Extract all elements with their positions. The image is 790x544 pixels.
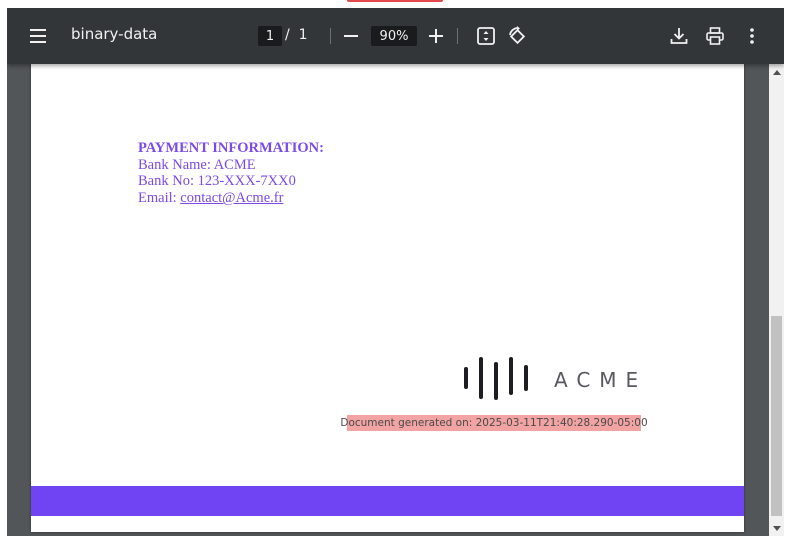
acme-logo-mark bbox=[464, 357, 528, 400]
menu-icon bbox=[30, 29, 46, 43]
scroll-up-arrow[interactable] bbox=[769, 64, 784, 79]
payment-information-block: PAYMENT INFORMATION: Bank Name: ACME Ban… bbox=[138, 140, 324, 207]
acme-logo-text: ACME bbox=[554, 368, 648, 392]
scroll-down-icon bbox=[772, 525, 781, 531]
page-separator: / bbox=[285, 27, 290, 43]
bank-name: Bank Name: ACME bbox=[138, 156, 256, 173]
download-button[interactable] bbox=[667, 24, 691, 48]
print-button[interactable] bbox=[703, 24, 727, 48]
pdf-viewer: binary-data 1 / 1 90% PAYMENT INFORMATIO… bbox=[7, 8, 784, 536]
email-line: Email: contact@Acme.fr bbox=[138, 190, 324, 207]
fit-to-page-button[interactable] bbox=[474, 24, 498, 48]
browser-tab-indicator bbox=[347, 0, 443, 2]
payment-heading: PAYMENT INFORMATION: bbox=[138, 140, 324, 156]
total-pages: 1 bbox=[298, 27, 308, 43]
scroll-up-icon bbox=[772, 69, 781, 75]
document-title: binary-data bbox=[71, 25, 158, 43]
page-count: / 1 bbox=[285, 27, 308, 43]
more-actions-button[interactable] bbox=[742, 24, 762, 48]
vertical-scrollbar[interactable] bbox=[769, 64, 784, 536]
rotate-button[interactable] bbox=[505, 24, 529, 48]
menu-button[interactable] bbox=[25, 24, 53, 48]
toolbar-divider bbox=[330, 28, 331, 44]
fit-to-page-icon bbox=[477, 27, 495, 45]
viewer-toolbar: binary-data 1 / 1 90% bbox=[7, 8, 784, 64]
page-number-input[interactable]: 1 bbox=[258, 26, 282, 46]
email-label: Email: bbox=[138, 190, 181, 207]
zoom-level-input[interactable]: 90% bbox=[371, 26, 417, 46]
scroll-down-arrow[interactable] bbox=[769, 521, 784, 536]
rotate-icon bbox=[509, 26, 526, 45]
scrollbar-thumb[interactable] bbox=[771, 316, 782, 516]
plus-icon bbox=[429, 29, 443, 43]
footer-band bbox=[31, 486, 744, 516]
minus-icon bbox=[344, 35, 358, 37]
pdf-page: PAYMENT INFORMATION: Bank Name: ACME Ban… bbox=[31, 48, 744, 532]
generated-timestamp: Document generated on: 2025-03-11T21:40:… bbox=[340, 415, 648, 431]
toolbar-divider bbox=[457, 28, 458, 44]
zoom-out-button[interactable] bbox=[340, 24, 362, 48]
print-icon bbox=[706, 27, 724, 45]
bank-number: Bank No: 123-XXX-7XX0 bbox=[138, 173, 296, 190]
email-link[interactable]: contact@Acme.fr bbox=[180, 190, 283, 206]
zoom-in-button[interactable] bbox=[425, 24, 447, 48]
more-vertical-icon bbox=[750, 28, 754, 44]
download-icon bbox=[670, 28, 688, 44]
